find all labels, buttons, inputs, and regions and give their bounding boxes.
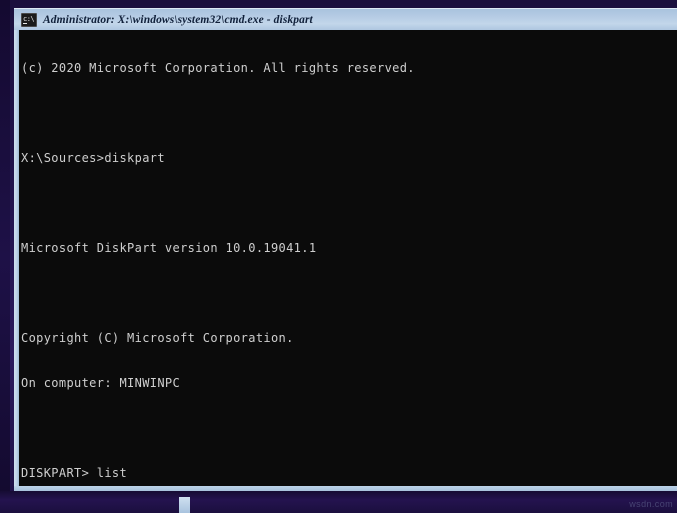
- window-titlebar[interactable]: Administrator: X:\windows\system32\cmd.e…: [14, 8, 677, 30]
- cmd-console-icon: [21, 12, 37, 27]
- console-line: Copyright (C) Microsoft Corporation.: [21, 331, 294, 345]
- command-prompt-window[interactable]: Administrator: X:\windows\system32\cmd.e…: [14, 8, 677, 491]
- watermark-text: wsdn.com: [629, 499, 673, 509]
- console-client-area[interactable]: (c) 2020 Microsoft Corporation. All righ…: [14, 30, 677, 491]
- taskbar-item[interactable]: [179, 497, 190, 513]
- desktop-background: Administrator: X:\windows\system32\cmd.e…: [0, 0, 677, 513]
- console-line: (c) 2020 Microsoft Corporation. All righ…: [21, 61, 415, 75]
- console-output: (c) 2020 Microsoft Corporation. All righ…: [19, 30, 677, 486]
- console-line: Microsoft DiskPart version 10.0.19041.1: [21, 241, 317, 255]
- console-line: DISKPART> list: [21, 466, 128, 480]
- window-title: Administrator: X:\windows\system32\cmd.e…: [43, 13, 313, 26]
- console-line: X:\Sources>diskpart: [21, 151, 165, 165]
- desktop-left-band: [0, 0, 10, 513]
- taskbar[interactable]: [0, 491, 677, 513]
- console-line: On computer: MINWINPC: [21, 376, 181, 390]
